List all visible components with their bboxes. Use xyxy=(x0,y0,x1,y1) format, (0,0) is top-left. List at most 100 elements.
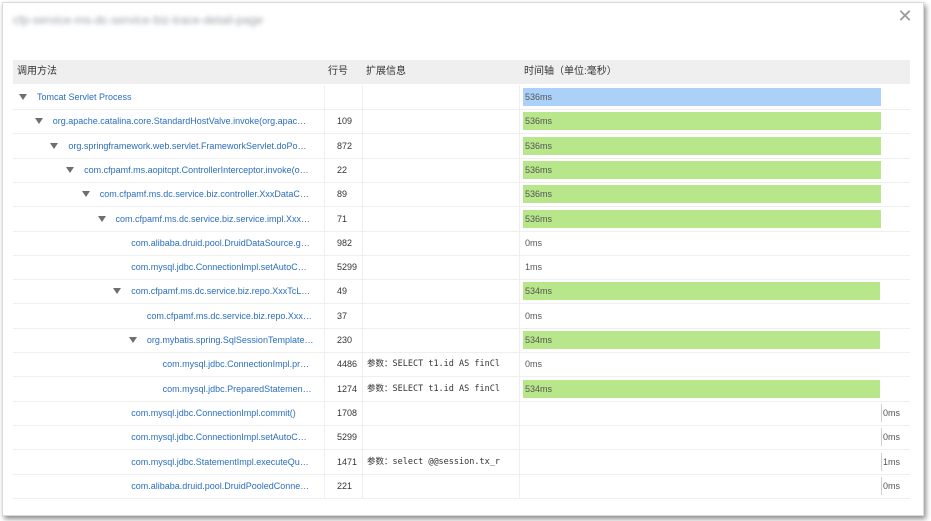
line-number: 5299 xyxy=(325,425,363,450)
method-name[interactable]: com.mysql.jdbc.ConnectionImpl.commit() xyxy=(131,401,296,425)
line-number: 1708 xyxy=(325,400,363,425)
trace-row[interactable]: com.cfpamf.ms.dc.service.biz.service.imp… xyxy=(13,206,910,232)
method-name[interactable]: com.alibaba.druid.pool.DruidPooledConne… xyxy=(131,474,309,498)
trace-row[interactable]: com.cfpamf.ms.dc.service.biz.repo.Xxx… 37… xyxy=(13,303,910,329)
method-name[interactable]: com.mysql.jdbc.ConnectionImpl.pr… xyxy=(163,352,310,376)
method-name[interactable]: org.apache.catalina.core.StandardHostVal… xyxy=(53,109,306,133)
trace-row[interactable]: com.alibaba.druid.pool.DruidDataSource.g… xyxy=(13,230,910,256)
trace-row[interactable]: org.springframework.web.servlet.Framewor… xyxy=(13,133,910,159)
method-cell: com.cfpamf.ms.dc.service.biz.repo.Xxx… xyxy=(13,303,325,328)
timeline-cell: 536ms xyxy=(521,182,910,206)
expand-toggle-icon[interactable] xyxy=(19,94,27,100)
extension-info xyxy=(364,206,520,231)
timeline-cell: 0ms xyxy=(521,474,910,498)
method-name[interactable]: com.cfpamf.ms.dc.service.biz.service.imp… xyxy=(116,207,311,231)
method-cell: com.mysql.jdbc.ConnectionImpl.pr… xyxy=(13,352,325,377)
expand-toggle-icon[interactable] xyxy=(113,288,122,295)
line-number xyxy=(325,85,363,109)
extension-info xyxy=(364,157,520,182)
duration-bar xyxy=(523,88,881,106)
timeline-cell: 536ms xyxy=(521,158,910,182)
trace-row[interactable]: com.cfpamf.ms.dc.service.biz.repo.XxxTcL… xyxy=(13,279,910,305)
duration-bar xyxy=(523,209,881,228)
method-name[interactable]: com.mysql.jdbc.StatementImpl.executeQu… xyxy=(131,450,309,474)
method-name[interactable]: com.cfpamf.ms.dc.service.biz.repo.Xxx… xyxy=(147,304,312,328)
timeline-cell: 0ms xyxy=(521,401,910,425)
extension-info: 参数：SELECT t1.id AS finCl xyxy=(364,376,520,401)
method-cell: com.cfpamf.ms.aopitcpt.ControllerInterce… xyxy=(13,157,325,182)
method-name[interactable]: org.mybatis.spring.SqlSessionTemplate… xyxy=(147,328,314,352)
trace-row[interactable]: com.mysql.jdbc.ConnectionImpl.setAutoC… 5… xyxy=(13,425,910,451)
trace-row[interactable]: com.mysql.jdbc.PreparedStatemen… 1274 参数：S… xyxy=(13,376,910,402)
method-name[interactable]: com.cfpamf.ms.aopitcpt.ControllerInterce… xyxy=(84,158,309,182)
table-header: 调用方法 行号 扩展信息 时间轴（单位:毫秒） xyxy=(13,60,910,84)
timeline-cell: 536ms xyxy=(521,109,910,133)
extension-info xyxy=(364,303,520,328)
duration-label: 536ms xyxy=(525,189,553,200)
expand-toggle-icon[interactable] xyxy=(97,215,106,222)
method-cell: com.cfpamf.ms.dc.service.biz.controller.… xyxy=(13,182,325,207)
extension-info: 参数：select @@session.tx_r xyxy=(364,449,520,474)
method-cell: org.apache.catalina.core.StandardHostVal… xyxy=(13,109,325,134)
header-line: 行号 xyxy=(328,66,348,77)
line-number: 872 xyxy=(325,133,363,158)
trace-row[interactable]: com.cfpamf.ms.aopitcpt.ControllerInterce… xyxy=(13,157,910,183)
method-cell: com.alibaba.druid.pool.DruidPooledConne… xyxy=(13,473,325,498)
method-name[interactable]: com.alibaba.druid.pool.DruidDataSource.g… xyxy=(131,231,310,255)
method-name[interactable]: com.cfpamf.ms.dc.service.biz.repo.XxxTcL… xyxy=(131,279,310,303)
close-icon[interactable]: ✕ xyxy=(897,8,913,26)
extension-info xyxy=(364,255,520,280)
method-cell: org.mybatis.spring.SqlSessionTemplate… xyxy=(13,328,325,352)
duration-bar xyxy=(523,112,881,131)
method-cell: com.alibaba.druid.pool.DruidDataSource.g… xyxy=(13,230,325,255)
trace-row[interactable]: org.apache.catalina.core.StandardHostVal… xyxy=(13,109,910,135)
expand-toggle-icon[interactable] xyxy=(34,118,43,125)
timeline-cell: 536ms xyxy=(521,85,910,109)
duration-bar xyxy=(523,136,881,155)
line-number: 109 xyxy=(325,109,363,134)
duration-label: 536ms xyxy=(525,164,553,175)
method-name[interactable]: com.mysql.jdbc.ConnectionImpl.setAutoC… xyxy=(131,255,307,279)
expand-toggle-icon[interactable] xyxy=(66,166,75,173)
timeline-cell: 0ms xyxy=(521,231,910,255)
trace-row[interactable]: Tomcat Servlet Process 536ms xyxy=(13,85,910,110)
line-number: 221 xyxy=(325,473,363,498)
method-name[interactable]: com.mysql.jdbc.PreparedStatemen… xyxy=(163,377,312,401)
method-cell: Tomcat Servlet Process xyxy=(13,85,325,109)
duration-label: 534ms xyxy=(525,286,553,297)
timeline-cell: 534ms xyxy=(521,377,910,401)
method-name[interactable]: org.springframework.web.servlet.Framewor… xyxy=(68,134,306,158)
trace-dialog: cfp-service-ms-dc-service-biz-trace-deta… xyxy=(2,2,924,516)
duration-label: 536ms xyxy=(525,92,553,102)
trace-row[interactable]: com.mysql.jdbc.StatementImpl.executeQu… 1… xyxy=(13,449,910,475)
expand-toggle-icon[interactable] xyxy=(50,142,59,149)
timeline-cell: 0ms xyxy=(521,425,910,449)
trace-row[interactable]: com.mysql.jdbc.ConnectionImpl.commit() 17… xyxy=(13,400,910,426)
trace-row[interactable]: com.mysql.jdbc.ConnectionImpl.setAutoC… 5… xyxy=(13,255,910,281)
timeline-cell: 0ms xyxy=(521,304,910,328)
extension-info xyxy=(364,230,520,255)
timeline-cell: 534ms xyxy=(521,279,910,303)
duration-label: 0ms xyxy=(883,432,901,443)
duration-label: 0ms xyxy=(883,480,901,491)
method-name[interactable]: com.cfpamf.ms.dc.service.biz.controller.… xyxy=(100,182,309,206)
line-number: 22 xyxy=(325,157,363,182)
method-name[interactable]: Tomcat Servlet Process xyxy=(37,85,132,109)
duration-label: 0ms xyxy=(525,359,543,370)
method-cell: com.mysql.jdbc.StatementImpl.executeQu… xyxy=(13,449,325,474)
line-number: 230 xyxy=(325,328,363,352)
method-name[interactable]: com.mysql.jdbc.ConnectionImpl.setAutoC… xyxy=(131,425,307,449)
trace-row[interactable]: com.mysql.jdbc.ConnectionImpl.pr… 4486 参数：… xyxy=(13,352,910,378)
trace-row[interactable]: com.alibaba.druid.pool.DruidPooledConne…… xyxy=(13,473,910,499)
trace-row[interactable]: com.cfpamf.ms.dc.service.biz.controller.… xyxy=(13,182,910,208)
duration-marker xyxy=(881,403,882,422)
duration-label: 0ms xyxy=(883,407,901,418)
header-method: 调用方法 xyxy=(17,66,57,77)
line-number: 1274 xyxy=(325,376,363,401)
expand-toggle-icon[interactable] xyxy=(128,337,137,343)
expand-toggle-icon[interactable] xyxy=(81,191,90,198)
trace-row[interactable]: org.mybatis.spring.SqlSessionTemplate… 23… xyxy=(13,328,910,353)
extension-info xyxy=(364,279,520,304)
duration-bar xyxy=(523,160,881,179)
method-cell: com.mysql.jdbc.ConnectionImpl.commit() xyxy=(13,400,325,425)
